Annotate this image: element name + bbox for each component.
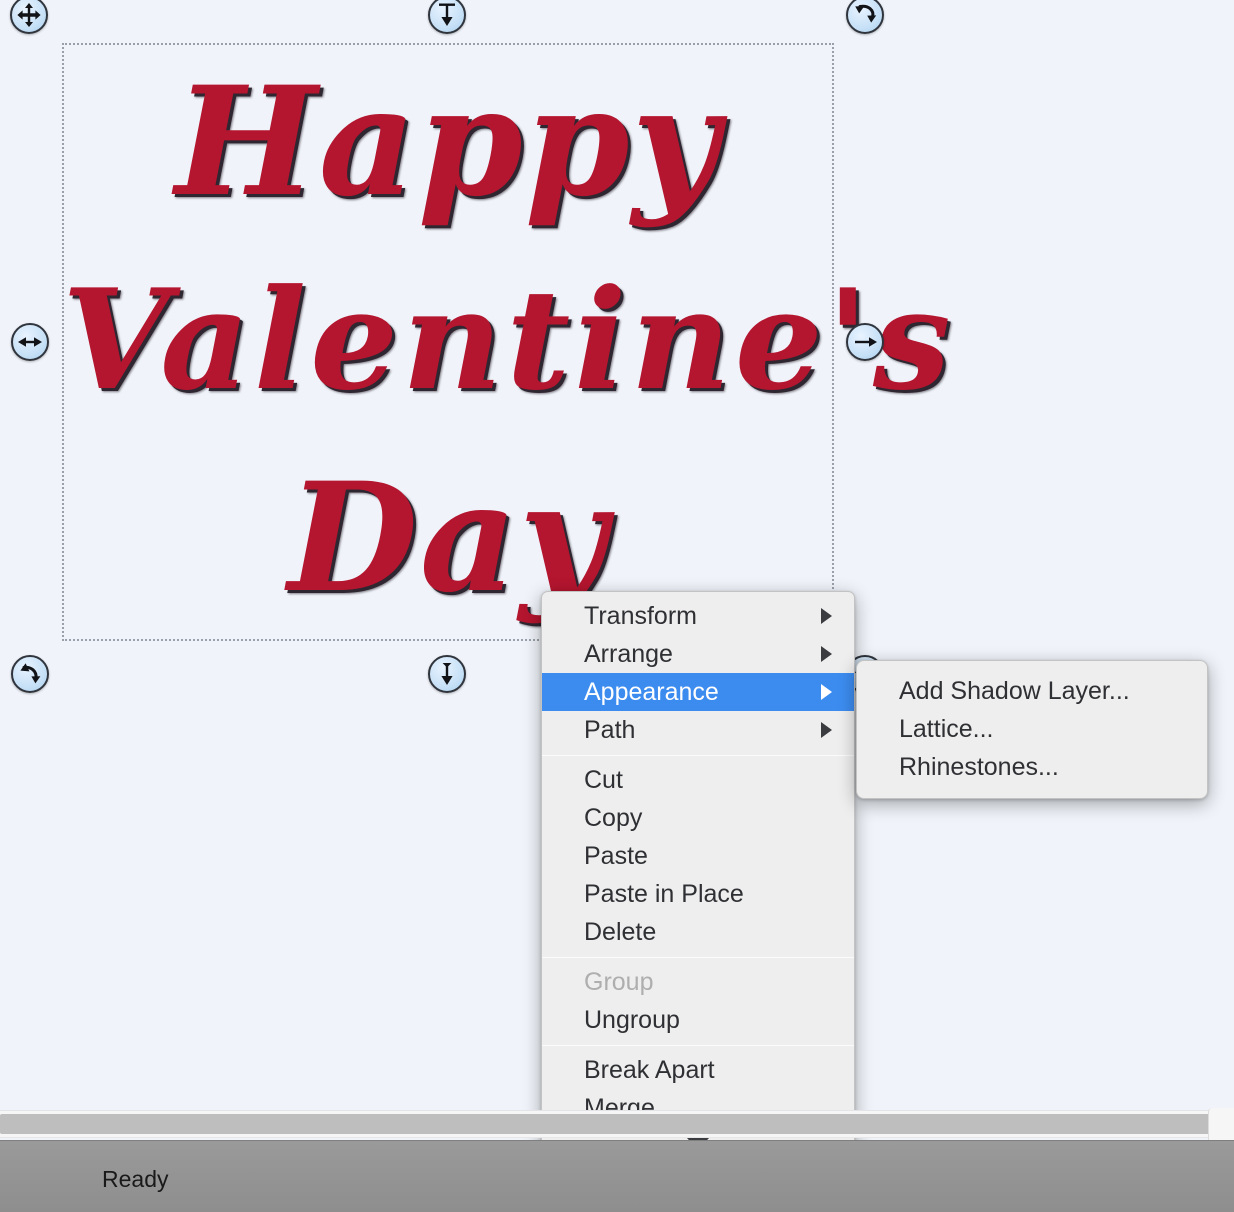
- resize-horizontal-handle-left[interactable]: [11, 323, 49, 361]
- menu-item-label: Paste: [584, 842, 648, 870]
- context-menu-group-grouping: Group Ungroup: [542, 963, 854, 1039]
- rotate-handle-bottom-left[interactable]: [11, 655, 49, 693]
- resize-vertical-icon: [436, 661, 458, 687]
- menu-item-arrange[interactable]: Arrange: [542, 635, 854, 673]
- submenu-item-add-shadow-layer[interactable]: Add Shadow Layer...: [857, 672, 1207, 710]
- window-resize-corner[interactable]: [1208, 1108, 1234, 1140]
- menu-item-label: Delete: [584, 918, 657, 946]
- menu-item-label: Transform: [584, 602, 697, 630]
- submenu-item-label: Add Shadow Layer...: [899, 677, 1130, 705]
- context-menu[interactable]: Transform Arrange Appearance Path Cut Co…: [541, 591, 855, 1162]
- chevron-right-icon: [821, 684, 832, 700]
- menu-item-cut[interactable]: Cut: [542, 761, 854, 799]
- menu-item-label: Appearance: [584, 678, 719, 706]
- move-handle[interactable]: [10, 0, 48, 34]
- chevron-right-icon: [821, 608, 832, 624]
- rotate-icon: [852, 2, 878, 28]
- application-window: Happy Valentine's Day Transform Arrange …: [0, 0, 1234, 1212]
- submenu-item-lattice[interactable]: Lattice...: [857, 710, 1207, 748]
- resize-vertical-handle-bottom[interactable]: [428, 655, 466, 693]
- resize-horizontal-icon: [852, 332, 878, 352]
- appearance-submenu[interactable]: Add Shadow Layer... Lattice... Rhineston…: [856, 660, 1208, 799]
- menu-separator: [542, 957, 854, 958]
- menu-item-label: Copy: [584, 804, 643, 832]
- resize-horizontal-icon: [17, 332, 43, 352]
- menu-item-label: Path: [584, 716, 636, 744]
- resize-horizontal-handle-right[interactable]: [846, 323, 884, 361]
- context-menu-group-transform: Transform Arrange Appearance Path: [542, 597, 854, 749]
- menu-item-paste-in-place[interactable]: Paste in Place: [542, 875, 854, 913]
- menu-item-label: Arrange: [584, 640, 673, 668]
- menu-item-path[interactable]: Path: [542, 711, 854, 749]
- chevron-right-icon: [821, 722, 832, 738]
- menu-item-label: Paste in Place: [584, 880, 744, 908]
- artwork-line-1: Happy: [175, 54, 721, 230]
- menu-item-label: Break Apart: [584, 1056, 715, 1084]
- menu-item-copy[interactable]: Copy: [542, 799, 854, 837]
- move-4way-icon: [16, 2, 42, 28]
- status-message: Ready: [102, 1166, 169, 1192]
- menu-item-ungroup[interactable]: Ungroup: [542, 1001, 854, 1039]
- status-bar: [0, 1140, 1234, 1212]
- menu-item-paste[interactable]: Paste: [542, 837, 854, 875]
- submenu-item-rhinestones[interactable]: Rhinestones...: [857, 748, 1207, 786]
- menu-item-label: Cut: [584, 766, 623, 794]
- rotate-handle-top-right[interactable]: [846, 0, 884, 34]
- menu-item-label: Group: [584, 968, 654, 996]
- menu-item-appearance[interactable]: Appearance: [542, 673, 854, 711]
- chevron-right-icon: [821, 646, 832, 662]
- artwork-line-2: Valentine's: [62, 258, 955, 421]
- menu-separator: [542, 1045, 854, 1046]
- menu-item-break-apart[interactable]: Break Apart: [542, 1051, 854, 1089]
- menu-separator: [542, 755, 854, 756]
- menu-item-delete[interactable]: Delete: [542, 913, 854, 951]
- rotate-icon: [17, 661, 43, 687]
- resize-vertical-icon: [436, 2, 458, 28]
- menu-item-group: Group: [542, 963, 854, 1001]
- text-artwork-object[interactable]: Happy Valentine's Day: [62, 43, 955, 643]
- resize-vertical-handle-top[interactable]: [428, 0, 466, 34]
- submenu-item-label: Rhinestones...: [899, 753, 1059, 781]
- menu-item-transform[interactable]: Transform: [542, 597, 854, 635]
- horizontal-scrollbar-thumb[interactable]: [0, 1114, 1212, 1134]
- menu-item-label: Ungroup: [584, 1006, 680, 1034]
- context-menu-group-clipboard: Cut Copy Paste Paste in Place Delete: [542, 761, 854, 951]
- submenu-item-label: Lattice...: [899, 715, 994, 743]
